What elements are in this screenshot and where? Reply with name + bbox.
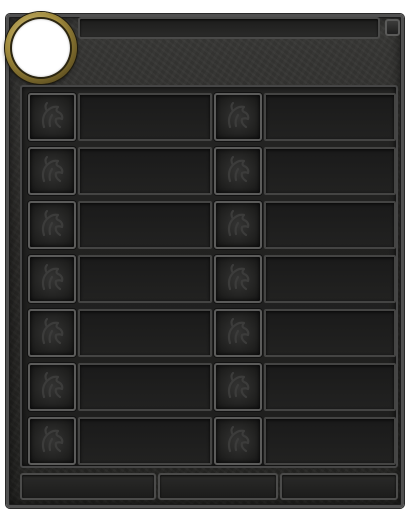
slot-field[interactable] xyxy=(264,255,396,303)
horse-emblem-icon[interactable] xyxy=(28,309,76,357)
portrait[interactable] xyxy=(12,19,70,77)
slot-field[interactable] xyxy=(264,309,396,357)
slot-field[interactable] xyxy=(78,309,212,357)
slot-right-1 xyxy=(208,89,396,141)
portrait-frame xyxy=(5,12,77,84)
horse-emblem-icon[interactable] xyxy=(28,363,76,411)
slot-field[interactable] xyxy=(78,93,212,141)
bottom-tab-3[interactable] xyxy=(280,473,398,500)
slot-panel xyxy=(20,85,398,468)
horse-emblem-icon[interactable] xyxy=(214,93,262,141)
slot-field[interactable] xyxy=(264,147,396,195)
horse-emblem-icon[interactable] xyxy=(28,255,76,303)
horse-emblem-icon[interactable] xyxy=(214,255,262,303)
bottom-tab-1[interactable] xyxy=(20,473,156,500)
horse-emblem-icon[interactable] xyxy=(28,147,76,195)
horse-emblem-icon[interactable] xyxy=(28,201,76,249)
title-bar[interactable] xyxy=(78,17,380,39)
slot-field[interactable] xyxy=(78,255,212,303)
slot-field[interactable] xyxy=(78,201,212,249)
horse-emblem-icon[interactable] xyxy=(214,309,262,357)
slot-field[interactable] xyxy=(78,363,212,411)
slot-right-6 xyxy=(208,359,396,411)
slot-field[interactable] xyxy=(78,417,212,465)
horse-emblem-icon[interactable] xyxy=(28,93,76,141)
slot-field[interactable] xyxy=(78,147,212,195)
slot-left-6 xyxy=(22,359,212,411)
bottom-tab-2[interactable] xyxy=(158,473,278,500)
slot-right-5 xyxy=(208,305,396,357)
slot-right-3 xyxy=(208,197,396,249)
slot-left-2 xyxy=(22,143,212,195)
slot-left-4 xyxy=(22,251,212,303)
slot-left-1 xyxy=(22,89,212,141)
slot-left-7 xyxy=(22,413,212,465)
slot-right-2 xyxy=(208,143,396,195)
horse-emblem-icon[interactable] xyxy=(214,201,262,249)
slot-field[interactable] xyxy=(264,201,396,249)
horse-emblem-icon[interactable] xyxy=(214,417,262,465)
slot-left-5 xyxy=(22,305,212,357)
bottom-bar xyxy=(20,473,398,500)
slot-right-4 xyxy=(208,251,396,303)
slot-right-7 xyxy=(208,413,396,465)
horse-emblem-icon[interactable] xyxy=(214,363,262,411)
horse-emblem-icon[interactable] xyxy=(214,147,262,195)
slot-left-3 xyxy=(22,197,212,249)
slot-field[interactable] xyxy=(264,363,396,411)
horse-emblem-icon[interactable] xyxy=(28,417,76,465)
slot-field[interactable] xyxy=(264,93,396,141)
slot-field[interactable] xyxy=(264,417,396,465)
close-button[interactable] xyxy=(385,19,400,36)
